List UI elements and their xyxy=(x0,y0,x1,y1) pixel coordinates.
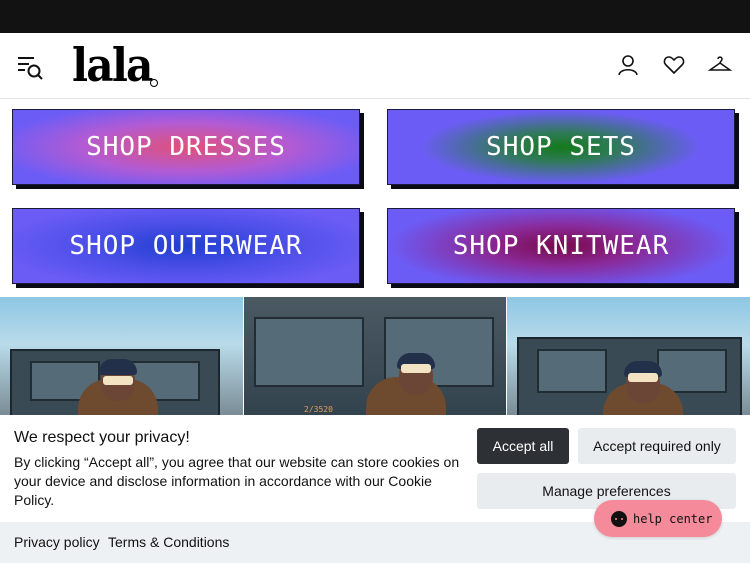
lookbook-photo[interactable]: 2/3520 xyxy=(244,297,506,415)
help-center-label: help center xyxy=(633,511,713,526)
logo-text: lala xyxy=(72,38,153,92)
truck-window xyxy=(254,317,364,387)
shop-outerwear-button[interactable]: SHOP OUTERWEAR xyxy=(12,208,360,284)
hanger-icon[interactable] xyxy=(707,53,733,77)
terms-link[interactable]: Terms & Conditions xyxy=(108,534,229,550)
shop-sets-button[interactable]: SHOP SETS xyxy=(387,109,735,185)
sunglasses xyxy=(628,373,658,382)
sunglasses xyxy=(103,376,133,385)
account-icon[interactable] xyxy=(616,53,640,77)
chat-icon xyxy=(611,510,627,527)
cookie-title: We respect your privacy! xyxy=(14,429,190,446)
menu-search-icon[interactable] xyxy=(16,53,44,81)
lookbook-photo-strip: 2/3520 xyxy=(0,297,750,415)
shop-dresses-button[interactable]: SHOP DRESSES xyxy=(12,109,360,185)
top-bar xyxy=(0,0,750,33)
cookie-description: By clicking “Accept all”, you agree that… xyxy=(14,454,460,508)
shop-dresses-label: SHOP DRESSES xyxy=(86,132,286,162)
accept-required-button[interactable]: Accept required only xyxy=(578,428,736,464)
lookbook-photo[interactable] xyxy=(0,297,243,415)
privacy-policy-link[interactable]: Privacy policy xyxy=(14,534,100,550)
shop-sets-label: SHOP SETS xyxy=(486,132,636,162)
shop-knitwear-label: SHOP KNITWEAR xyxy=(452,231,670,261)
truck-number: 2/3520 xyxy=(304,405,333,414)
cap xyxy=(99,359,137,375)
truck-window xyxy=(537,349,607,393)
help-center-button[interactable]: help center xyxy=(594,500,722,537)
sunglasses xyxy=(401,364,431,373)
lala-logo[interactable]: lala xyxy=(72,41,159,89)
lookbook-photo[interactable] xyxy=(507,297,750,415)
accept-all-button[interactable]: Accept all xyxy=(477,428,569,464)
logo-smiley-icon xyxy=(150,79,158,87)
shop-knitwear-button[interactable]: SHOP KNITWEAR xyxy=(387,208,735,284)
shop-outerwear-label: SHOP OUTERWEAR xyxy=(69,231,303,261)
heart-icon[interactable] xyxy=(662,53,686,77)
site-header: lala xyxy=(0,33,750,99)
